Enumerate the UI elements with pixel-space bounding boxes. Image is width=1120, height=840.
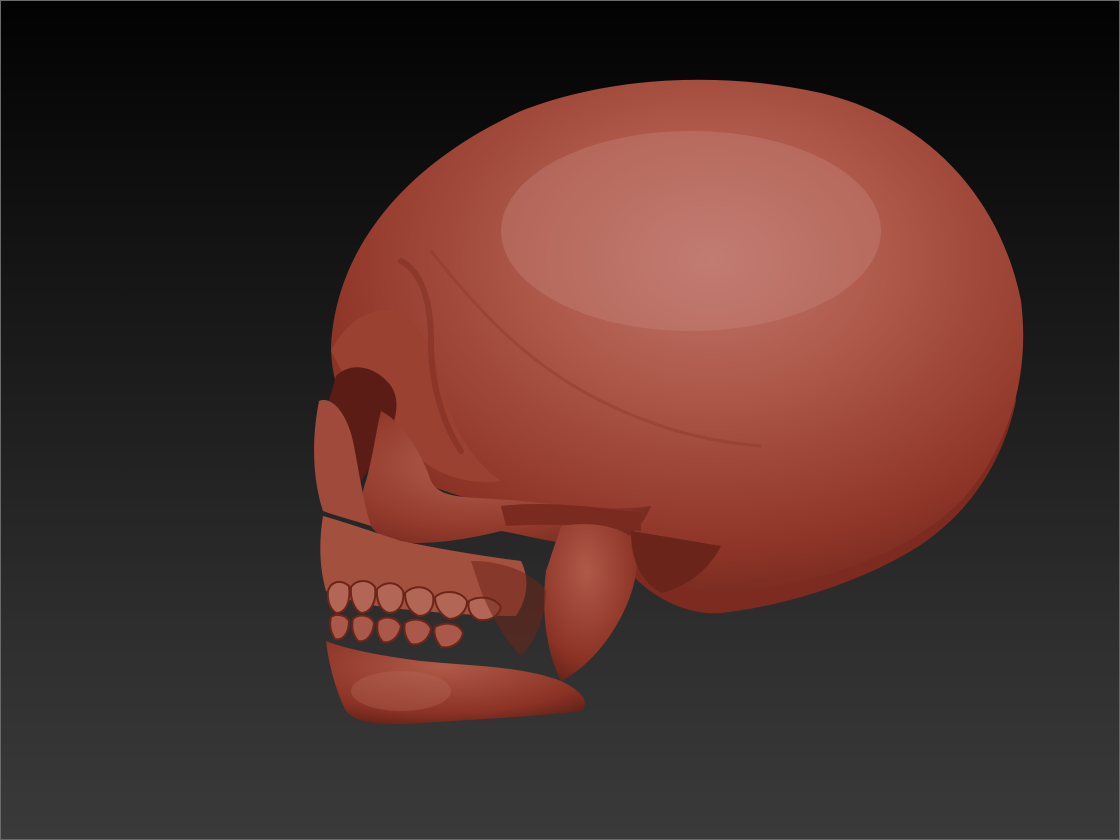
cranium-highlight (501, 131, 881, 331)
skull-model-render[interactable] (1, 1, 1119, 839)
chin-highlight (351, 671, 451, 711)
lower-teeth (329, 613, 465, 649)
3d-viewport-canvas[interactable] (0, 0, 1120, 840)
jaw-ramus (544, 524, 638, 681)
